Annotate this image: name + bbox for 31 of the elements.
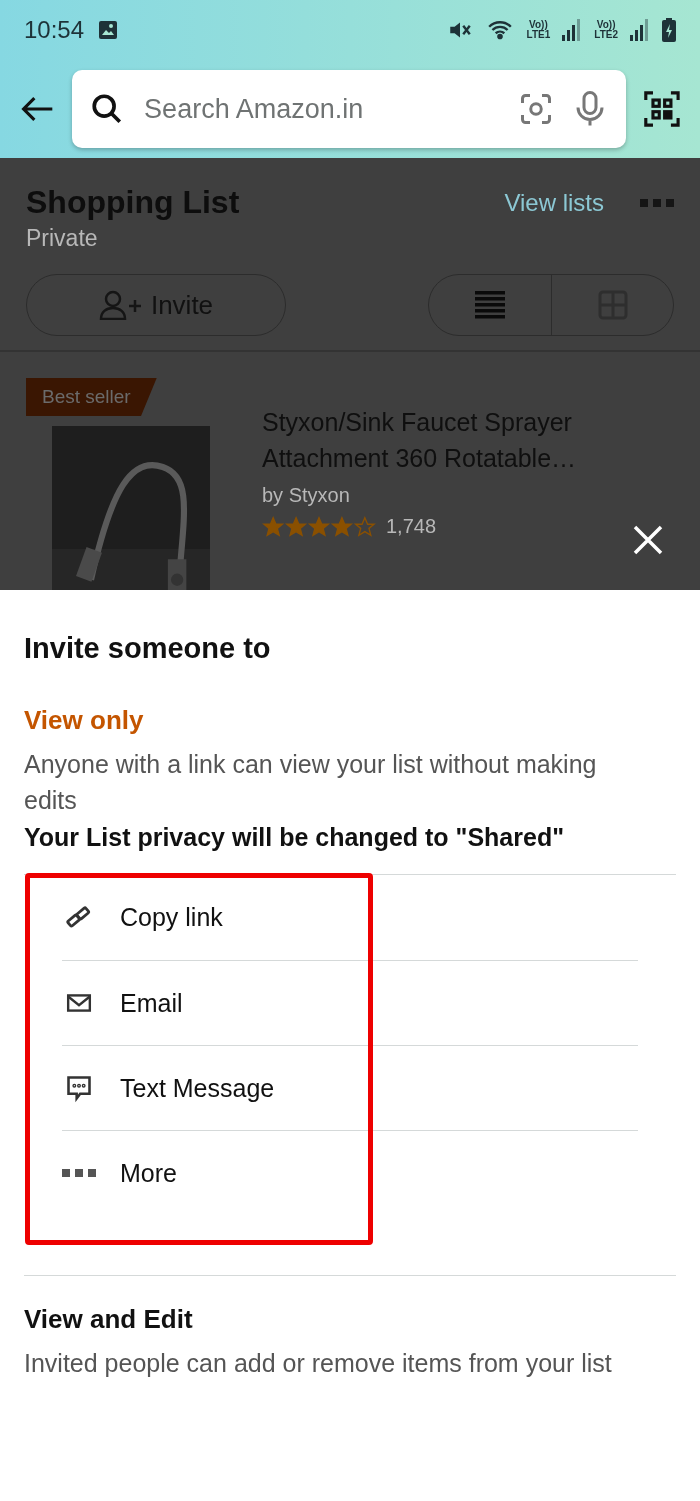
share-option[interactable]: More bbox=[62, 1130, 638, 1215]
network-label: LTE1 bbox=[526, 30, 551, 40]
rating-count: 1,748 bbox=[386, 515, 437, 538]
view-lists-link[interactable]: View lists bbox=[504, 188, 604, 217]
share-option[interactable]: Email bbox=[62, 960, 638, 1045]
permission-heading[interactable]: View and Edit bbox=[24, 1304, 676, 1335]
share-option[interactable]: Text Message bbox=[62, 1045, 638, 1130]
message-icon bbox=[65, 1073, 93, 1103]
back-arrow-icon[interactable] bbox=[20, 94, 55, 124]
privacy-label: Private bbox=[26, 225, 99, 252]
search-field[interactable]: Search Amazon.in bbox=[72, 70, 627, 148]
permission-description: Anyone with a link can view your list without making edits bbox=[24, 749, 598, 816]
permission-heading[interactable]: View only bbox=[24, 705, 676, 736]
battery-icon bbox=[662, 18, 676, 42]
qr-scan-icon[interactable] bbox=[644, 89, 680, 129]
privacy-note: Your List privacy will be changed to "Shared" bbox=[24, 822, 566, 853]
clock-time: 10:54 bbox=[24, 16, 85, 44]
share-option[interactable]: Copy link bbox=[62, 875, 638, 960]
signal-icon bbox=[630, 19, 650, 41]
network-label: LTE2 bbox=[594, 30, 618, 40]
volte-label: Vo)) bbox=[529, 20, 548, 30]
list-view-icon bbox=[475, 291, 505, 319]
volte-label: Vo)) bbox=[596, 20, 616, 30]
more-icon bbox=[62, 1169, 96, 1177]
sheet-title: Invite someone to bbox=[24, 632, 272, 665]
add-person-icon bbox=[98, 290, 143, 320]
brand-label: by Styxon bbox=[262, 484, 351, 507]
signal-icon bbox=[562, 19, 583, 41]
permission-description: Invited people can add or remove items from your list bbox=[24, 1348, 613, 1379]
best-seller-badge: Best seller bbox=[26, 378, 157, 416]
close-icon[interactable] bbox=[632, 524, 664, 556]
